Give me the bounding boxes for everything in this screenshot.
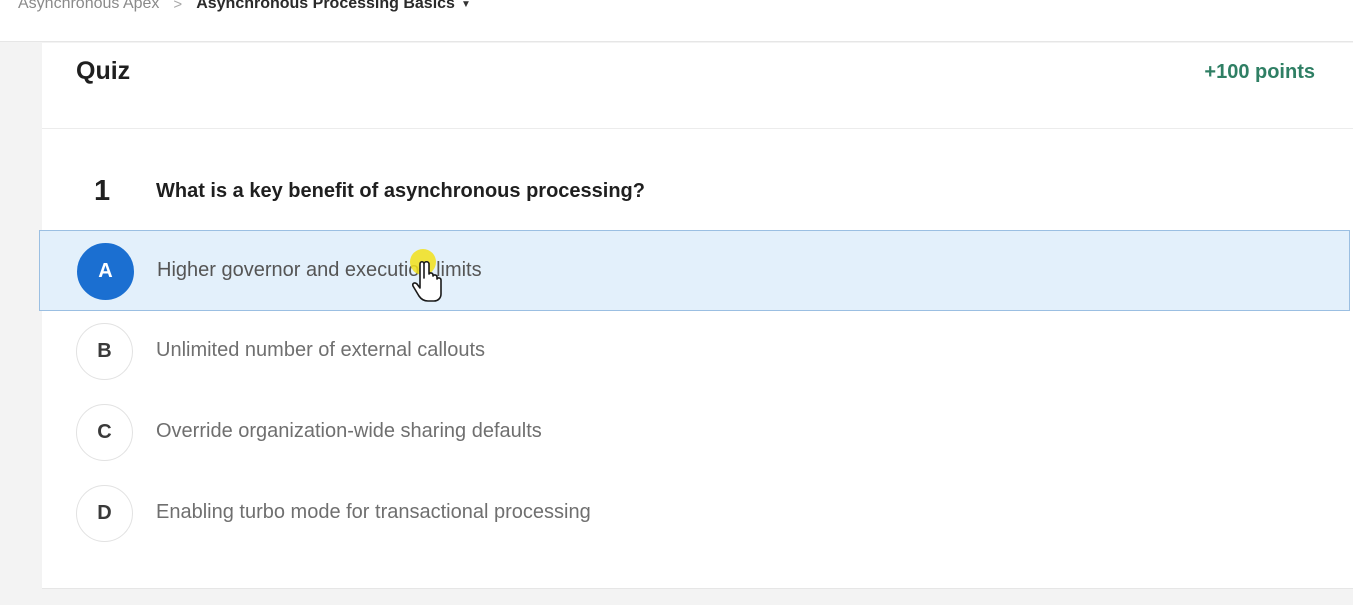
breadcrumb-separator: >: [173, 0, 183, 13]
quiz-title: Quiz: [76, 57, 131, 85]
option-letter-badge[interactable]: D: [76, 485, 133, 542]
question-row: 1 What is a key benefit of asynchronous …: [42, 171, 1353, 211]
quiz-header: Quiz +100 points: [42, 43, 1353, 129]
option-label: Unlimited number of external callouts: [156, 339, 486, 361]
left-gutter: [0, 43, 42, 605]
option-letter-badge[interactable]: A: [77, 243, 134, 300]
points-badge: +100 points: [1204, 61, 1315, 83]
breadcrumb-parent-link[interactable]: Asynchronous Apex: [18, 0, 159, 13]
caret-down-icon[interactable]: ▼: [461, 0, 471, 10]
answer-option-d[interactable]: D Enabling turbo mode for transactional …: [42, 473, 1351, 554]
option-label: Higher governor and execution limits: [157, 259, 482, 281]
breadcrumb-current-label: Asynchronous Processing Basics: [196, 0, 455, 12]
card-divider: [42, 588, 1353, 589]
breadcrumb: Asynchronous Apex > Asynchronous Process…: [18, 0, 471, 14]
option-label: Override organization-wide sharing defau…: [156, 420, 542, 442]
option-letter-badge[interactable]: B: [76, 323, 133, 380]
breadcrumb-current-unit[interactable]: Asynchronous Processing Basics ▼: [196, 0, 471, 13]
answer-option-c[interactable]: C Override organization-wide sharing def…: [42, 392, 1351, 473]
option-label: Enabling turbo mode for transactional pr…: [156, 501, 591, 523]
top-bar: Asynchronous Apex > Asynchronous Process…: [0, 0, 1353, 42]
quiz-card: Quiz +100 points 1 What is a key benefit…: [39, 43, 1353, 588]
option-letter-badge[interactable]: C: [76, 404, 133, 461]
answer-option-a[interactable]: A Higher governor and execution limits: [39, 230, 1350, 311]
question-number: 1: [94, 175, 111, 207]
question-text: What is a key benefit of asynchronous pr…: [156, 180, 645, 202]
answer-option-b[interactable]: B Unlimited number of external callouts: [42, 311, 1351, 392]
